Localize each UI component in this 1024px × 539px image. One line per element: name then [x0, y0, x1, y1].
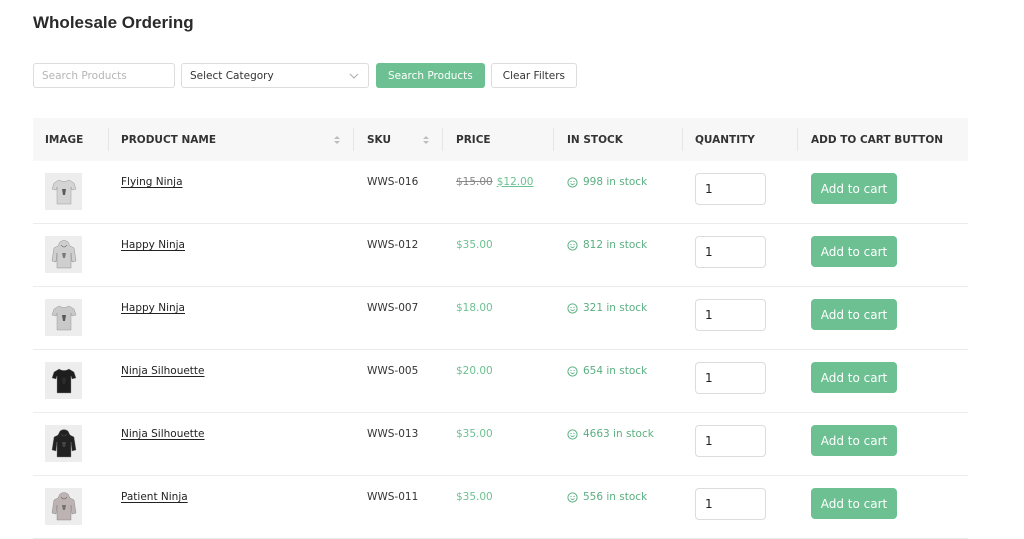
price-cell: $35.00	[456, 239, 493, 251]
price-value: $18.00	[456, 302, 493, 314]
add-to-cart-button[interactable]: Add to cart	[811, 173, 897, 204]
product-thumbnail[interactable]	[45, 173, 82, 210]
search-input[interactable]	[33, 63, 175, 88]
sku-value: WWS-012	[367, 239, 419, 251]
sku-value: WWS-005	[367, 365, 419, 377]
add-to-cart-button[interactable]: Add to cart	[811, 236, 897, 267]
stock-text: 4663 in stock	[583, 428, 654, 440]
product-thumbnail[interactable]	[45, 362, 82, 399]
product-name-link[interactable]: Ninja Silhouette	[121, 428, 205, 440]
price-cell: $15.00 $12.00	[456, 176, 534, 188]
product-name-link[interactable]: Happy Ninja	[121, 302, 185, 314]
smile-icon	[567, 239, 583, 251]
column-divider	[682, 128, 683, 151]
product-name-link[interactable]: Ninja Silhouette	[121, 365, 205, 377]
column-divider	[442, 128, 443, 151]
stock-text: 812 in stock	[583, 239, 648, 251]
table-body: Flying Ninja WWS-016 $15.00 $12.00 998 in…	[33, 161, 968, 539]
clear-filters-button[interactable]: Clear Filters	[490, 63, 578, 88]
chevron-down-icon	[349, 73, 359, 79]
header-in-stock: IN STOCK	[567, 133, 623, 146]
add-to-cart-button[interactable]: Add to cart	[811, 425, 897, 456]
price-value: $35.00	[456, 428, 493, 440]
table-row: Ninja Silhouette WWS-013 $35.00 4663 in …	[33, 413, 968, 476]
header-product-name[interactable]: PRODUCT NAME	[121, 118, 216, 161]
column-divider	[108, 128, 109, 151]
stock-status: 556 in stock	[567, 491, 647, 503]
product-thumbnail[interactable]	[45, 236, 82, 273]
column-divider	[553, 128, 554, 151]
stock-status: 321 in stock	[567, 302, 647, 314]
smile-icon	[567, 365, 583, 377]
price-cell: $35.00	[456, 491, 493, 503]
hoodie-icon	[51, 428, 77, 459]
tshirt-icon	[51, 178, 77, 206]
stock-text: 998 in stock	[583, 176, 648, 188]
header-add-to-cart: ADD TO CART BUTTON	[811, 133, 944, 146]
column-divider	[797, 128, 798, 151]
quantity-input[interactable]	[695, 299, 766, 331]
filter-bar: Select Category Search Products Clear Fi…	[33, 63, 578, 88]
column-divider	[353, 128, 354, 151]
product-name-link[interactable]: Flying Ninja	[121, 176, 183, 188]
header-image: IMAGE	[45, 133, 84, 146]
smile-icon	[567, 302, 583, 314]
search-products-button[interactable]: Search Products	[376, 63, 485, 88]
price-cell: $35.00	[456, 428, 493, 440]
product-name-link[interactable]: Patient Ninja	[121, 491, 188, 503]
quantity-input[interactable]	[695, 173, 766, 205]
table-row: Happy Ninja WWS-007 $18.00 321 in stock …	[33, 287, 968, 350]
sku-value: WWS-007	[367, 302, 419, 314]
stock-status: 812 in stock	[567, 239, 647, 251]
price-value: $35.00	[456, 491, 493, 503]
smile-icon	[567, 428, 583, 440]
tshirt-icon	[51, 367, 77, 395]
sort-icon[interactable]	[333, 134, 341, 146]
table-header: IMAGE PRODUCT NAME SKU PRICE IN STOCK QU…	[33, 118, 968, 161]
quantity-input[interactable]	[695, 362, 766, 394]
hoodie-icon	[51, 239, 77, 270]
page-title: Wholesale Ordering	[33, 13, 194, 32]
table-row: Patient Ninja WWS-011 $35.00 556 in stoc…	[33, 476, 968, 539]
stock-text: 556 in stock	[583, 491, 648, 503]
header-price: PRICE	[456, 133, 491, 146]
smile-icon	[567, 176, 583, 188]
add-to-cart-button[interactable]: Add to cart	[811, 299, 897, 330]
table-row: Ninja Silhouette WWS-005 $20.00 654 in s…	[33, 350, 968, 413]
tshirt-icon	[51, 304, 77, 332]
price-cell: $18.00	[456, 302, 493, 314]
category-select[interactable]: Select Category	[181, 63, 369, 88]
quantity-input[interactable]	[695, 236, 766, 268]
product-thumbnail[interactable]	[45, 299, 82, 336]
sale-price[interactable]: $12.00	[497, 176, 534, 188]
price-value: $20.00	[456, 365, 493, 377]
original-price: $15.00	[456, 176, 493, 188]
category-select-value: Select Category	[190, 69, 274, 82]
product-name-link[interactable]: Happy Ninja	[121, 239, 185, 251]
product-thumbnail[interactable]	[45, 488, 82, 525]
stock-text: 654 in stock	[583, 365, 648, 377]
quantity-input[interactable]	[695, 425, 766, 457]
price-value: $35.00	[456, 239, 493, 251]
stock-status: 4663 in stock	[567, 428, 654, 440]
sort-icon[interactable]	[422, 134, 430, 146]
quantity-input[interactable]	[695, 488, 766, 520]
product-thumbnail[interactable]	[45, 425, 82, 462]
stock-text: 321 in stock	[583, 302, 648, 314]
hoodie-icon	[51, 491, 77, 522]
sku-value: WWS-013	[367, 428, 419, 440]
add-to-cart-button[interactable]: Add to cart	[811, 362, 897, 393]
sku-value: WWS-016	[367, 176, 419, 188]
header-sku[interactable]: SKU	[367, 118, 391, 161]
stock-status: 998 in stock	[567, 176, 647, 188]
sku-value: WWS-011	[367, 491, 419, 503]
smile-icon	[567, 491, 583, 503]
add-to-cart-button[interactable]: Add to cart	[811, 488, 897, 519]
table-row: Happy Ninja WWS-012 $35.00 812 in stock …	[33, 224, 968, 287]
header-quantity: QUANTITY	[695, 133, 755, 146]
products-table: IMAGE PRODUCT NAME SKU PRICE IN STOCK QU…	[33, 118, 968, 539]
stock-status: 654 in stock	[567, 365, 647, 377]
price-cell: $20.00	[456, 365, 493, 377]
table-row: Flying Ninja WWS-016 $15.00 $12.00 998 in…	[33, 161, 968, 224]
